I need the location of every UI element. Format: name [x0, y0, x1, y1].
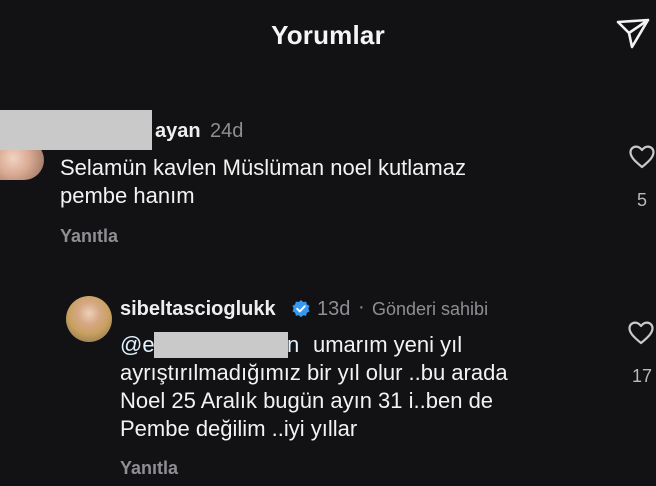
redacted-mention-block [154, 332, 288, 358]
comment-time: 24d [210, 120, 244, 142]
reply-button[interactable]: Yanıtla [120, 458, 178, 479]
author-avatar[interactable] [66, 296, 112, 342]
comment-text: ayrıştırılmadığımız bir yıl olur ..bu ar… [120, 359, 600, 443]
comment-text-line: umarım yeni yıl [313, 332, 463, 357]
page-title: Yorumlar [271, 20, 385, 50]
reply-button[interactable]: Yanıtla [60, 226, 118, 247]
heart-icon[interactable] [628, 144, 656, 170]
comment-text-line: Pembe değilim ..iyi yıllar [120, 416, 358, 441]
comment-time: 13d [317, 298, 351, 320]
like-count[interactable]: 17 [632, 366, 652, 387]
like-count[interactable]: 5 [637, 190, 647, 211]
post-author-label: Gönderi sahibi [372, 299, 489, 319]
redacted-username-block [0, 110, 152, 150]
mention-link-end[interactable]: n [287, 331, 299, 359]
author-username[interactable]: sibeltascioglukk [120, 298, 276, 321]
comment-text-line: Selamün kavlen Müslüman noel kutlamaz [60, 155, 466, 180]
comment-text-line: ayrıştırılmadığımız bir yıl olur ..bu ar… [120, 360, 508, 385]
send-icon[interactable] [614, 14, 652, 52]
heart-icon[interactable] [627, 320, 655, 346]
comment-text: Selamün kavlen Müslüman noel kutlamaz pe… [60, 154, 600, 210]
comment-text-line: Noel 25 Aralık bugün ayın 31 i..ben de [120, 388, 494, 413]
commenter-username[interactable]: ayan [155, 120, 201, 143]
separator-dot: · [358, 296, 365, 318]
comment-text-line: pembe hanım [60, 183, 195, 208]
verified-badge-icon [292, 300, 310, 318]
mention-link[interactable]: @e [120, 331, 155, 359]
